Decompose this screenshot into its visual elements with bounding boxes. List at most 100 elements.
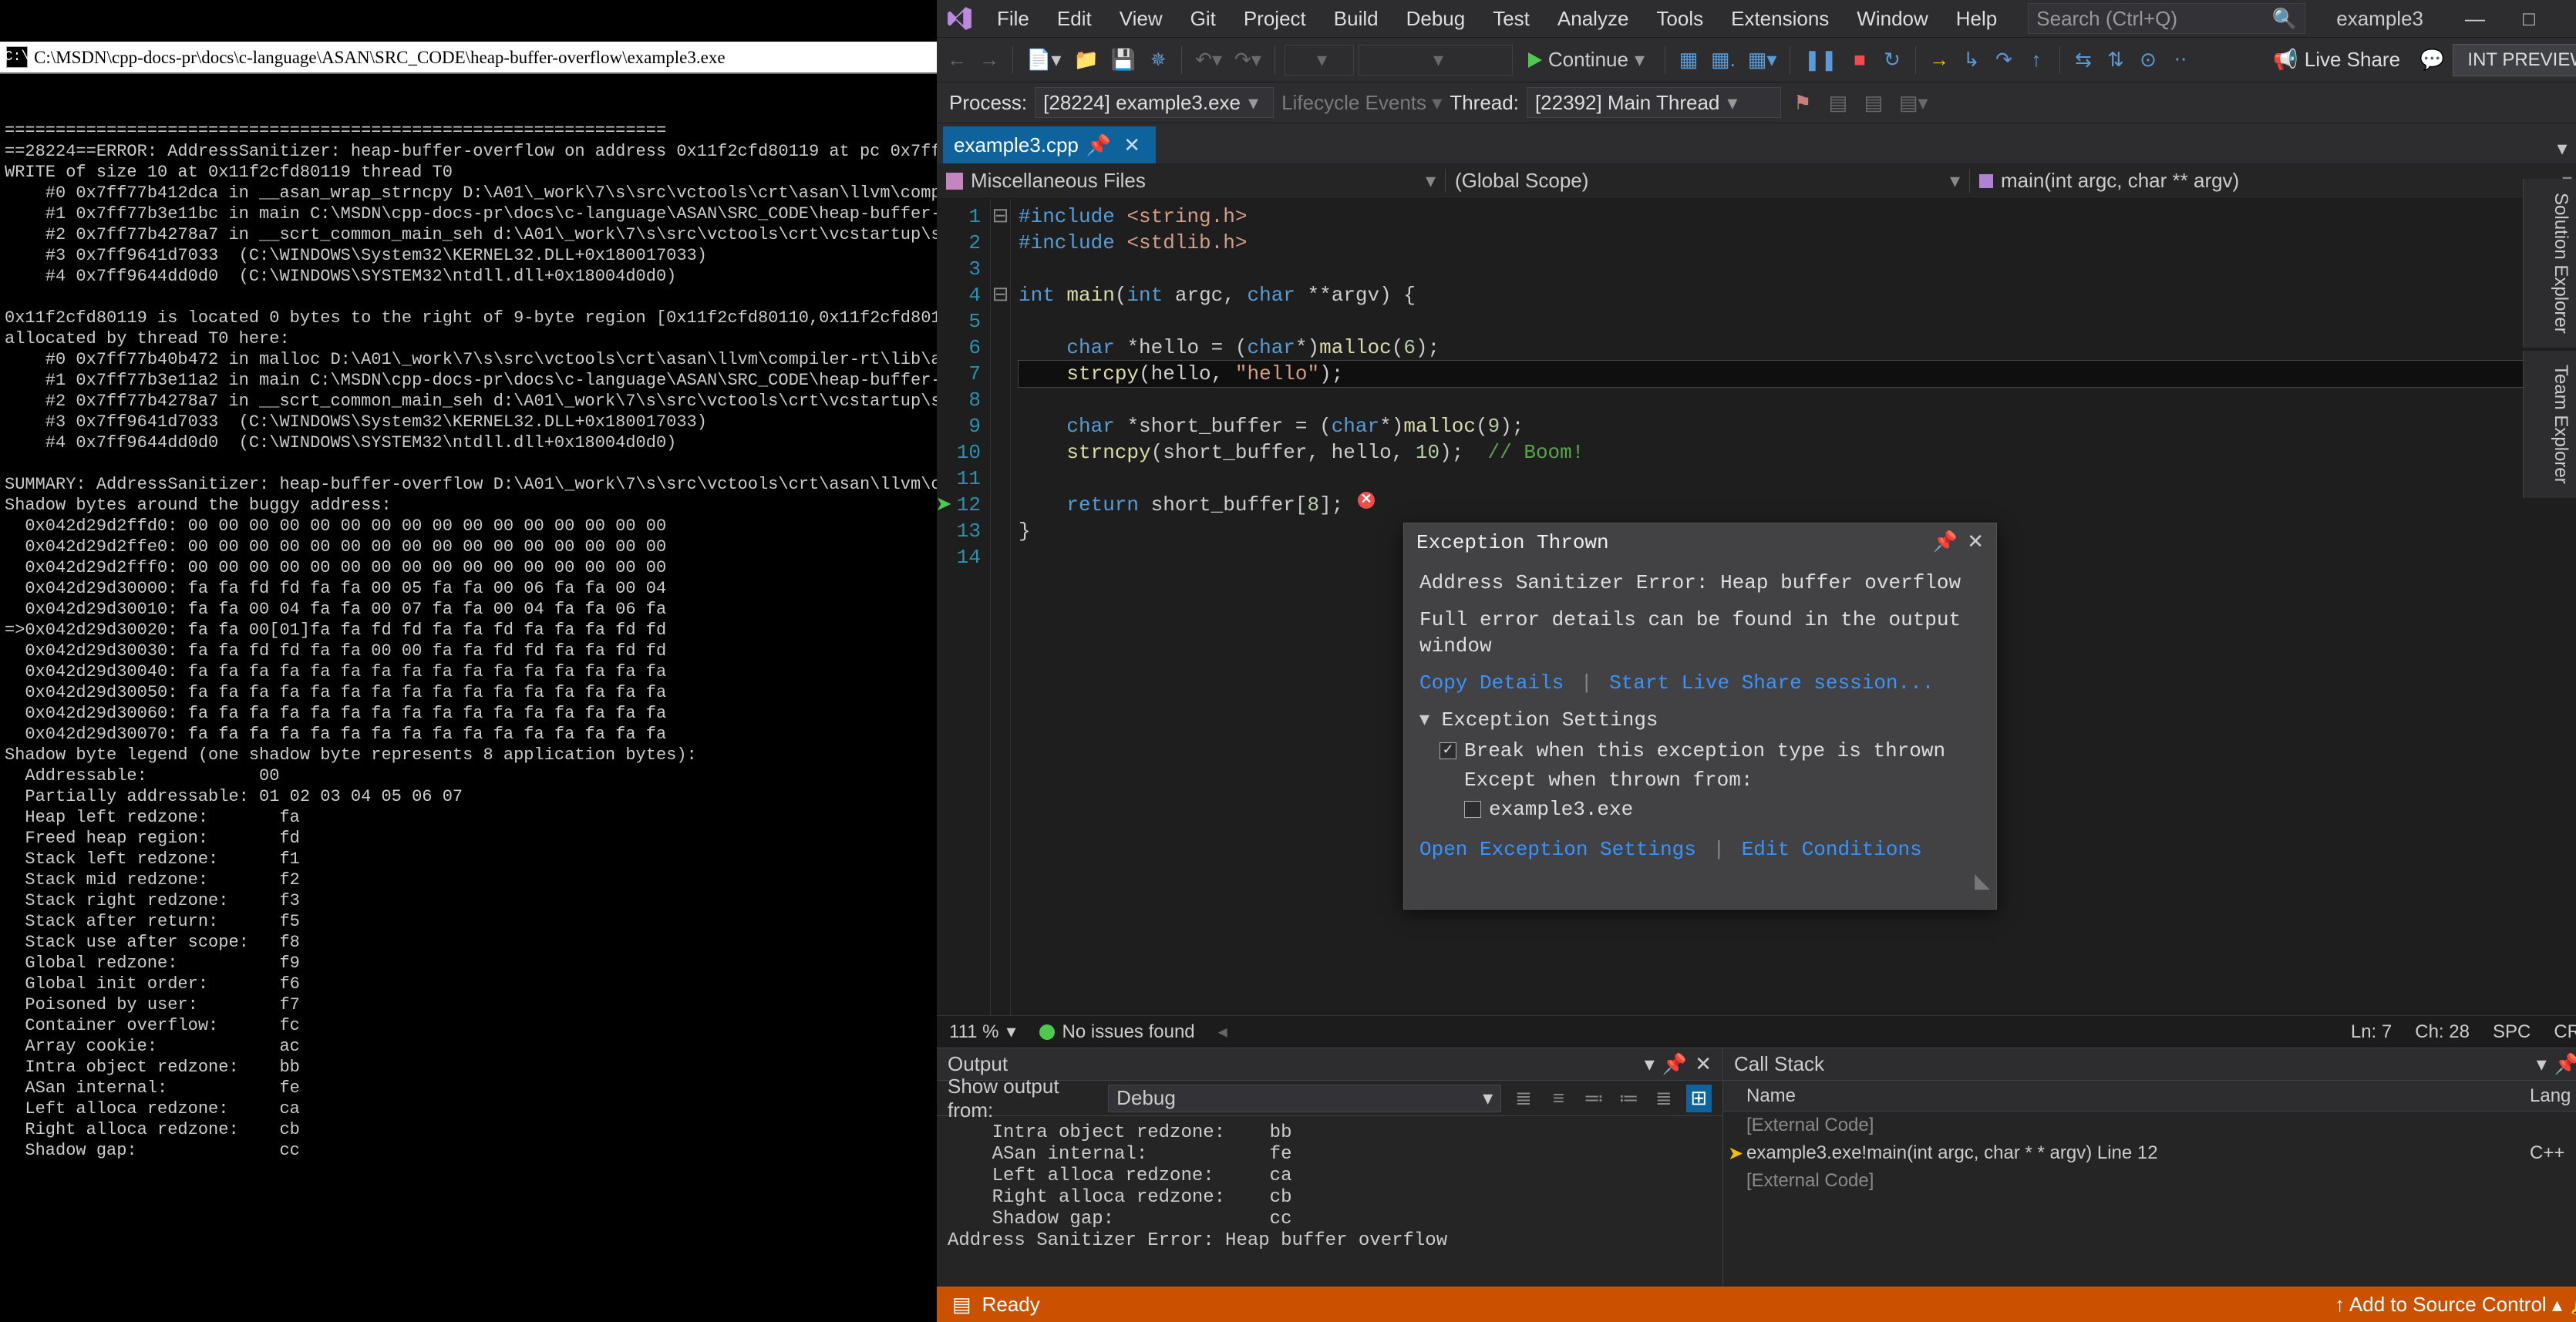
- dbg-b[interactable]: ⊙: [2134, 45, 2162, 76]
- search-box[interactable]: Search (Ctrl+Q) 🔍: [2028, 3, 2305, 34]
- menu-window[interactable]: Window: [1844, 2, 1940, 35]
- panel-pin-icon[interactable]: 📌: [2554, 1052, 2576, 1076]
- open-button[interactable]: 📁: [1069, 45, 1102, 76]
- tab-example3-cpp[interactable]: example3.cpp 📌 ✕: [943, 126, 1156, 163]
- panel-close-icon[interactable]: ✕: [1695, 1052, 1712, 1076]
- show-next-stmt[interactable]: →: [1925, 45, 1953, 76]
- exception-pin-icon[interactable]: 📌: [1933, 530, 1958, 556]
- stop-button[interactable]: ■: [1846, 45, 1874, 76]
- stack-frame-b[interactable]: ▤: [1860, 87, 1887, 118]
- maximize-button[interactable]: □: [2502, 0, 2556, 37]
- redo-button[interactable]: ↷▾: [1231, 45, 1265, 76]
- minimize-button[interactable]: ―: [2448, 0, 2502, 37]
- resize-grip-icon[interactable]: ◣: [1975, 869, 1990, 895]
- stack-frame-a[interactable]: ▤: [1824, 87, 1852, 118]
- sidetab-team-explorer[interactable]: Team Explorer: [2523, 351, 2576, 498]
- eol-indicator[interactable]: CRLF: [2554, 1021, 2576, 1043]
- menu-edit[interactable]: Edit: [1045, 2, 1104, 35]
- exception-close-icon[interactable]: ✕: [1967, 530, 1984, 556]
- nav-member-dd[interactable]: main(int argc, char ** argv) ▾: [1970, 169, 2576, 193]
- menu-git[interactable]: Git: [1178, 2, 1228, 35]
- callstack-row[interactable]: [External Code]: [1723, 1167, 2576, 1195]
- code-editor[interactable]: 1234567891011121314 ⊟⊟ #include <string.…: [937, 199, 2576, 1015]
- callstack-row[interactable]: [External Code]: [1723, 1112, 2576, 1139]
- stack-frame-c[interactable]: ▤▾: [1895, 87, 1932, 118]
- out-btn4[interactable]: ≔: [1616, 1085, 1642, 1112]
- menu-extensions[interactable]: Extensions: [1719, 2, 1841, 35]
- sidetab-solution-explorer[interactable]: Solution Explorer: [2523, 179, 2576, 348]
- menu-test[interactable]: Test: [1480, 2, 1542, 35]
- menu-tools[interactable]: Tools: [1644, 2, 1716, 35]
- undo-button[interactable]: ↶▾: [1191, 45, 1226, 76]
- except-item-checkbox[interactable]: example3.exe: [1464, 796, 1633, 822]
- pause-button[interactable]: ❚❚: [1800, 45, 1841, 76]
- issues-indicator[interactable]: No issues found: [1039, 1021, 1195, 1043]
- out-btn1[interactable]: ≣: [1510, 1085, 1536, 1112]
- apply-code[interactable]: ⇆: [2069, 45, 2097, 76]
- out-btn2[interactable]: ≡: [1546, 1085, 1571, 1112]
- panel-dd-icon[interactable]: ▾: [1645, 1052, 1655, 1076]
- console-titlebar[interactable]: C:\ C:\MSDN\cpp-docs-pr\docs\c-language\…: [0, 42, 937, 74]
- hscroll-left-icon[interactable]: ◂: [1218, 1021, 1227, 1043]
- platform-dd[interactable]: ▾: [1359, 45, 1513, 76]
- out-btn6[interactable]: ⊞: [1686, 1085, 1712, 1112]
- dbg-c[interactable]: ⋅⋅: [2167, 45, 2194, 76]
- edit-conditions-link[interactable]: Edit Conditions: [1742, 838, 1922, 861]
- menu-build[interactable]: Build: [1322, 2, 1391, 35]
- menu-debug[interactable]: Debug: [1394, 2, 1478, 35]
- close-tab-icon[interactable]: ✕: [1119, 132, 1145, 159]
- menu-view[interactable]: View: [1107, 2, 1175, 35]
- menu-file[interactable]: File: [985, 2, 1042, 35]
- callstack-col-name[interactable]: Name: [1723, 1085, 2530, 1107]
- wnd-btn3[interactable]: ▦▾: [1744, 45, 1781, 76]
- thread-dropdown[interactable]: [22392] Main Thread▾: [1527, 87, 1781, 118]
- dbg-a[interactable]: ⇅: [2102, 45, 2130, 76]
- menu-help[interactable]: Help: [1944, 2, 2009, 35]
- zoom-control[interactable]: 111 %▾: [949, 1021, 1016, 1043]
- exception-settings-header[interactable]: ▾ Exception Settings: [1419, 707, 1981, 733]
- callstack-row[interactable]: ➤example3.exe!main(int argc, char * * ar…: [1723, 1139, 2576, 1167]
- process-dropdown[interactable]: [28224] example3.exe▾: [1035, 87, 1274, 118]
- nav-project-dd[interactable]: Miscellaneous Files ▾: [937, 169, 1446, 193]
- continue-button[interactable]: Continue ▾: [1517, 45, 1655, 76]
- nav-scope-dd[interactable]: (Global Scope) ▾: [1446, 169, 1970, 193]
- live-share-button[interactable]: 📢 Live Share: [2262, 48, 2411, 72]
- out-btn3[interactable]: ≕: [1581, 1085, 1606, 1112]
- thread-flag-icon[interactable]: ⚑: [1789, 87, 1817, 118]
- step-out-button[interactable]: ↑: [2022, 45, 2050, 76]
- out-btn5[interactable]: ≣: [1651, 1085, 1676, 1112]
- save-all-button[interactable]: 🟑: [1144, 45, 1172, 76]
- start-liveshare-link[interactable]: Start Live Share session...: [1609, 671, 1934, 695]
- step-over-button[interactable]: ↷: [1990, 45, 2018, 76]
- copy-details-link[interactable]: Copy Details: [1419, 671, 1564, 695]
- vs-logo-icon[interactable]: [941, 0, 978, 37]
- break-checkbox[interactable]: ✓Break when this exception type is throw…: [1440, 738, 1945, 764]
- restart-button[interactable]: ↻: [1878, 45, 1906, 76]
- feedback-button[interactable]: 💬: [2416, 45, 2448, 76]
- panel-pin-icon[interactable]: 📌: [1662, 1052, 1687, 1076]
- wnd-btn1[interactable]: ▦: [1675, 45, 1702, 76]
- tabs-overflow[interactable]: ▾: [2548, 133, 2576, 163]
- error-glyph-icon[interactable]: ✕: [1358, 492, 1375, 509]
- output-source-dropdown[interactable]: Debug▾: [1108, 1085, 1501, 1112]
- panel-dd-icon[interactable]: ▾: [2537, 1052, 2547, 1076]
- console-output[interactable]: ========================================…: [0, 116, 937, 1166]
- menu-project[interactable]: Project: [1231, 2, 1318, 35]
- close-button[interactable]: ✕: [2556, 0, 2576, 37]
- menu-analyze[interactable]: Analyze: [1545, 2, 1642, 35]
- save-button[interactable]: 💾: [1107, 45, 1140, 76]
- back-button[interactable]: ←: [943, 45, 971, 76]
- open-exc-settings-link[interactable]: Open Exception Settings: [1419, 838, 1696, 861]
- wnd-btn2[interactable]: ▦.: [1707, 45, 1739, 76]
- forward-button[interactable]: →: [975, 45, 1003, 76]
- output-text[interactable]: Intra object redzone: bb ASan internal: …: [937, 1116, 1722, 1258]
- step-into-button[interactable]: ↳: [1958, 45, 1985, 76]
- config-dd[interactable]: ▾: [1285, 45, 1354, 76]
- new-button[interactable]: 📄▾: [1022, 45, 1065, 76]
- fold-gutter[interactable]: ⊟⊟: [991, 199, 1011, 1015]
- indent-indicator[interactable]: SPC: [2493, 1021, 2531, 1043]
- pin-icon[interactable]: 📌: [1086, 133, 1111, 157]
- lifecycle-events[interactable]: Lifecycle Events ▾: [1281, 91, 1442, 115]
- add-source-control[interactable]: ↑ Add to Source Control ▴: [2335, 1293, 2562, 1317]
- callstack-col-lang[interactable]: Lang: [2530, 1085, 2576, 1107]
